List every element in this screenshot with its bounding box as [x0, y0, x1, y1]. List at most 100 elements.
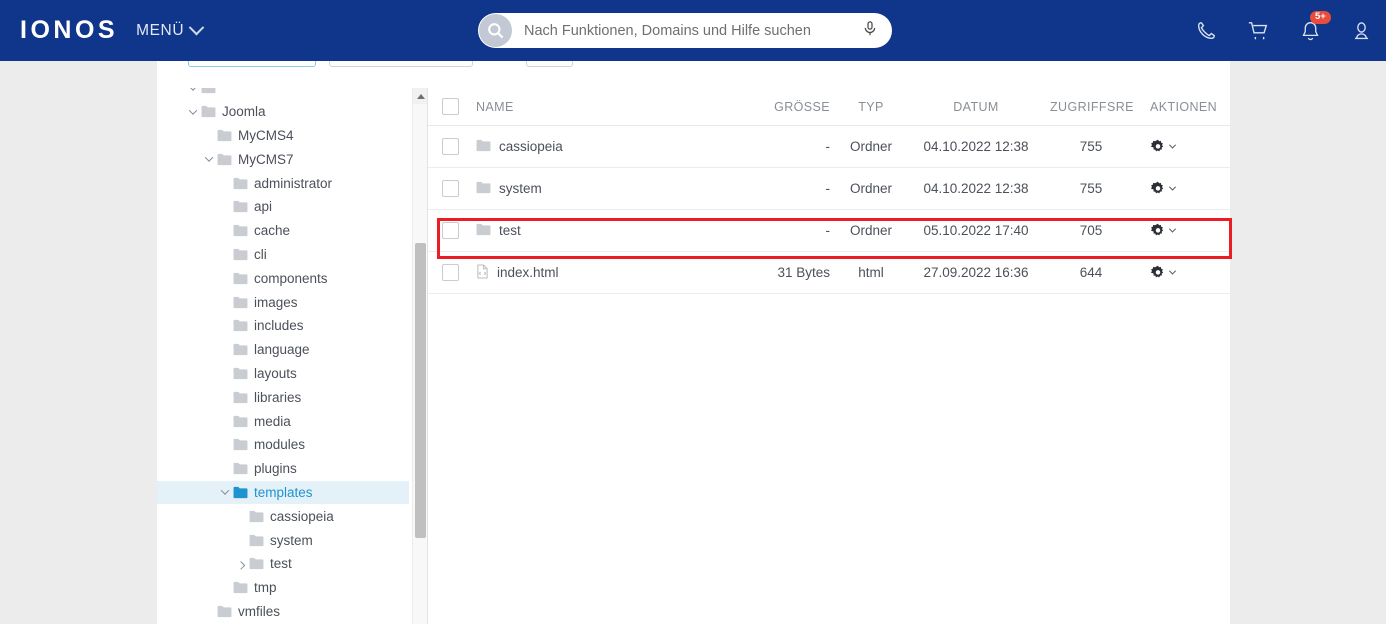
toolbar-button-2[interactable] [329, 61, 473, 67]
table-row[interactable]: system - Ordner 04.10.2022 12:38 755 [428, 168, 1230, 210]
chevron-down-icon[interactable] [217, 486, 233, 496]
user-icon[interactable] [1351, 20, 1372, 42]
tree-item-label: libraries [254, 389, 302, 405]
gear-icon[interactable] [1150, 265, 1166, 281]
tree-item-layouts[interactable]: layouts [157, 362, 409, 386]
chevron-down-icon[interactable] [185, 88, 201, 91]
tree-item-language[interactable]: language [157, 338, 409, 362]
bell-icon[interactable]: 5+ [1300, 10, 1331, 42]
tree-item-plugins[interactable]: plugins [157, 457, 409, 481]
cell-actions[interactable] [1136, 181, 1230, 197]
tree-item-components[interactable]: components [157, 266, 409, 290]
search-icon[interactable] [479, 14, 512, 47]
tree-item-joomla[interactable]: Joomla [157, 100, 409, 124]
cell-actions[interactable] [1136, 265, 1230, 281]
cell-type: html [858, 265, 884, 280]
tree-item-test[interactable]: test [157, 552, 409, 576]
cell-name[interactable]: system [472, 181, 726, 197]
scrollbar-thumb[interactable] [415, 243, 426, 538]
row-checkbox[interactable] [441, 222, 459, 239]
folder-icon [233, 319, 248, 332]
tree-item-libraries[interactable]: libraries [157, 385, 409, 409]
tree-item-label: components [254, 270, 328, 286]
tree-item-includes[interactable]: includes [157, 314, 409, 338]
tree-item-label: Joomla [222, 104, 266, 120]
row-checkbox-cell [428, 222, 472, 239]
folder-icon [201, 105, 216, 118]
folder-icon [233, 200, 248, 213]
cell-type: Ordner [849, 181, 893, 196]
row-checkbox[interactable] [441, 264, 459, 281]
tree-item-vmfiles[interactable]: vmfiles [157, 600, 409, 624]
cell-size: 31 Bytes [777, 265, 830, 280]
file-name-label: test [499, 223, 521, 238]
table-row[interactable]: test - Ordner 05.10.2022 17:40 705 [428, 210, 1230, 252]
phone-icon[interactable] [1195, 20, 1217, 42]
gear-icon[interactable] [1150, 181, 1166, 197]
chevron-down-icon[interactable] [185, 106, 201, 115]
cell-size: - [825, 139, 831, 154]
tree-item-api[interactable]: api [157, 195, 409, 219]
cell-permissions: 705 [1079, 223, 1103, 238]
tree-item-templates[interactable]: templates [157, 480, 409, 505]
tree-item-images[interactable]: images [157, 290, 409, 314]
column-header-date[interactable]: DATUM [906, 100, 1046, 114]
cell-date: 04.10.2022 12:38 [923, 139, 1029, 154]
tree-item-mycms7[interactable]: MyCMS7 [157, 147, 409, 171]
global-search[interactable] [478, 13, 892, 48]
chevron-down-icon[interactable] [1168, 267, 1177, 275]
explorer-split: Joomla MyCMS4 MyCMS7 administrator api cache c… [157, 88, 1230, 624]
cell-permissions: 755 [1079, 139, 1103, 154]
column-header-name[interactable]: NAME [472, 100, 726, 114]
folder-icon [233, 367, 248, 380]
tree-item-administrator[interactable]: administrator [157, 171, 409, 195]
tree-item-cache[interactable]: cache [157, 219, 409, 243]
tree-item-cli[interactable]: cli [157, 243, 409, 267]
scroll-up-arrow-icon[interactable] [413, 88, 427, 104]
chevron-right-icon[interactable] [233, 560, 249, 570]
chevron-down-icon[interactable] [1168, 183, 1177, 191]
cell-name[interactable]: index.html [472, 263, 726, 282]
column-header-type[interactable]: TYP [836, 100, 906, 114]
folder-icon [217, 153, 232, 166]
folder-icon [233, 224, 248, 237]
gear-icon[interactable] [1150, 223, 1166, 239]
tree-item-cassiopeia[interactable]: cassiopeia [157, 504, 409, 528]
tree-item-media[interactable]: media [157, 409, 409, 433]
column-header-permissions[interactable]: ZUGRIFFSRE [1046, 100, 1136, 114]
cell-permissions: 755 [1079, 181, 1103, 196]
chevron-down-icon[interactable] [1168, 225, 1177, 233]
gear-icon[interactable] [1150, 139, 1166, 155]
chevron-down-icon[interactable] [201, 153, 217, 163]
toolbar-button-3[interactable] [526, 61, 573, 67]
folder-icon [233, 415, 248, 428]
tree-item-label: MyCMS7 [238, 151, 294, 167]
table-row[interactable]: cassiopeia - Ordner 04.10.2022 12:38 755 [428, 126, 1230, 168]
microphone-icon[interactable] [862, 19, 878, 43]
cell-actions[interactable] [1136, 223, 1230, 239]
toolbar-button-1[interactable] [188, 61, 316, 67]
column-header-size[interactable]: GRÖSSE [726, 100, 836, 114]
row-checkbox[interactable] [441, 138, 459, 155]
column-header-actions[interactable]: AKTIONEN [1136, 100, 1230, 114]
tree-scrollbar[interactable] [412, 88, 427, 624]
tree-item-mycms4[interactable]: MyCMS4 [157, 124, 409, 148]
table-row[interactable]: index.html 31 Bytes html 27.09.2022 16:36 64… [428, 252, 1230, 294]
cell-name[interactable]: test [472, 223, 726, 239]
main-menu-button[interactable]: MENÜ [136, 19, 205, 40]
chevron-down-icon [188, 19, 205, 36]
chevron-down-icon[interactable] [1168, 141, 1177, 149]
cart-icon[interactable] [1247, 20, 1270, 42]
cell-name[interactable]: cassiopeia [472, 139, 726, 155]
row-checkbox[interactable] [441, 180, 459, 197]
select-all-checkbox[interactable] [441, 98, 459, 115]
cell-actions[interactable] [1136, 139, 1230, 155]
tree-item-system[interactable]: system [157, 528, 409, 552]
search-input[interactable] [512, 22, 862, 39]
tree-item-tmp[interactable]: tmp [157, 576, 409, 600]
directory-tree: Joomla MyCMS4 MyCMS7 administrator api cache c… [157, 88, 409, 623]
tree-item-clipped[interactable] [157, 88, 409, 100]
tree-item-modules[interactable]: modules [157, 433, 409, 457]
tree-item-label: tmp [254, 580, 277, 596]
file-table-header: NAME GRÖSSE TYP DATUM ZUGRIFFSRE AKTIONE… [428, 88, 1230, 126]
